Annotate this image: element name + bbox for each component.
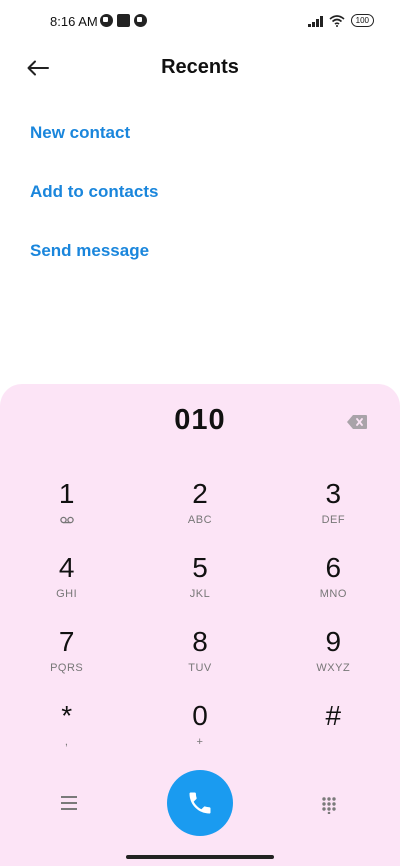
key-digit: 8 [192, 626, 208, 657]
new-contact-link[interactable]: New contact [30, 110, 158, 169]
call-button[interactable] [167, 770, 233, 836]
key-digit: 7 [58, 626, 75, 657]
key-letters: GHI [56, 588, 78, 600]
key-digit: 1 [58, 478, 75, 509]
key-4[interactable]: 4 GHI [0, 550, 133, 624]
status-bar: 8:16 AM 100 [0, 0, 400, 44]
page-title: Recents [161, 56, 239, 78]
key-letters: ABC [187, 514, 213, 526]
key-letters: , [64, 736, 69, 748]
key-2[interactable]: 2 ABC [133, 476, 266, 550]
home-indicator[interactable] [126, 855, 274, 859]
key-8[interactable]: 8 TUV [133, 624, 266, 698]
backspace-button[interactable] [346, 414, 368, 430]
key-digit: 4 [58, 552, 75, 583]
key-7[interactable]: 7 PQRS [0, 624, 133, 698]
key-9[interactable]: 9 WXYZ [267, 624, 400, 698]
key-digit: 0 [192, 700, 208, 731]
key-letters: WXYZ [316, 662, 351, 674]
contact-actions: New contact Add to contacts Send message [30, 110, 158, 287]
key-letters: PQRS [50, 662, 84, 674]
notification-icons [100, 14, 147, 27]
key-digit: 2 [192, 478, 208, 509]
send-message-link[interactable]: Send message [30, 228, 158, 287]
wifi-icon [329, 14, 345, 27]
dialpad-icon [322, 797, 336, 815]
key-star[interactable]: * , [0, 698, 133, 772]
add-to-contacts-link[interactable]: Add to contacts [30, 169, 158, 228]
app-notification-icon [100, 14, 113, 27]
key-letters: + [196, 736, 204, 748]
key-letters: DEF [321, 514, 346, 526]
key-3[interactable]: 3 DEF [267, 476, 400, 550]
dialpad-panel: 010 1 2 ABC 3 DEF 4 GHI 5 JKL 6 MNO 7 PQ… [0, 384, 400, 866]
key-6[interactable]: 6 MNO [267, 550, 400, 624]
key-0[interactable]: 0 + [133, 698, 266, 772]
app-notification-icon [117, 14, 130, 27]
top-bar: Recents [0, 44, 400, 92]
key-5[interactable]: 5 JKL [133, 550, 266, 624]
dialer-bottom-bar [0, 770, 400, 840]
battery-icon: 100 [350, 14, 374, 27]
key-letters: MNO [319, 588, 347, 600]
status-time: 8:16 AM [50, 14, 98, 29]
key-digit: 3 [325, 478, 342, 509]
key-digit: 6 [325, 552, 342, 583]
keypad: 1 2 ABC 3 DEF 4 GHI 5 JKL 6 MNO 7 PQRS 8… [0, 476, 400, 772]
key-digit: # [325, 700, 342, 731]
key-letters: JKL [189, 588, 211, 600]
key-digit: 5 [192, 552, 208, 583]
key-hash[interactable]: # [267, 698, 400, 772]
key-digit: 9 [325, 626, 342, 657]
app-notification-icon [134, 14, 147, 27]
dialpad-toggle-button[interactable] [321, 796, 337, 815]
signal-icon [307, 15, 323, 27]
system-icons: 100 [307, 14, 374, 27]
backspace-icon [347, 415, 367, 429]
key-digit: * [61, 700, 73, 731]
key-letters: TUV [188, 662, 212, 674]
key-1[interactable]: 1 [0, 476, 133, 550]
voicemail-icon [59, 516, 74, 524]
menu-button[interactable] [61, 796, 79, 810]
phone-icon [189, 792, 211, 814]
dialed-number: 010 [174, 404, 226, 436]
